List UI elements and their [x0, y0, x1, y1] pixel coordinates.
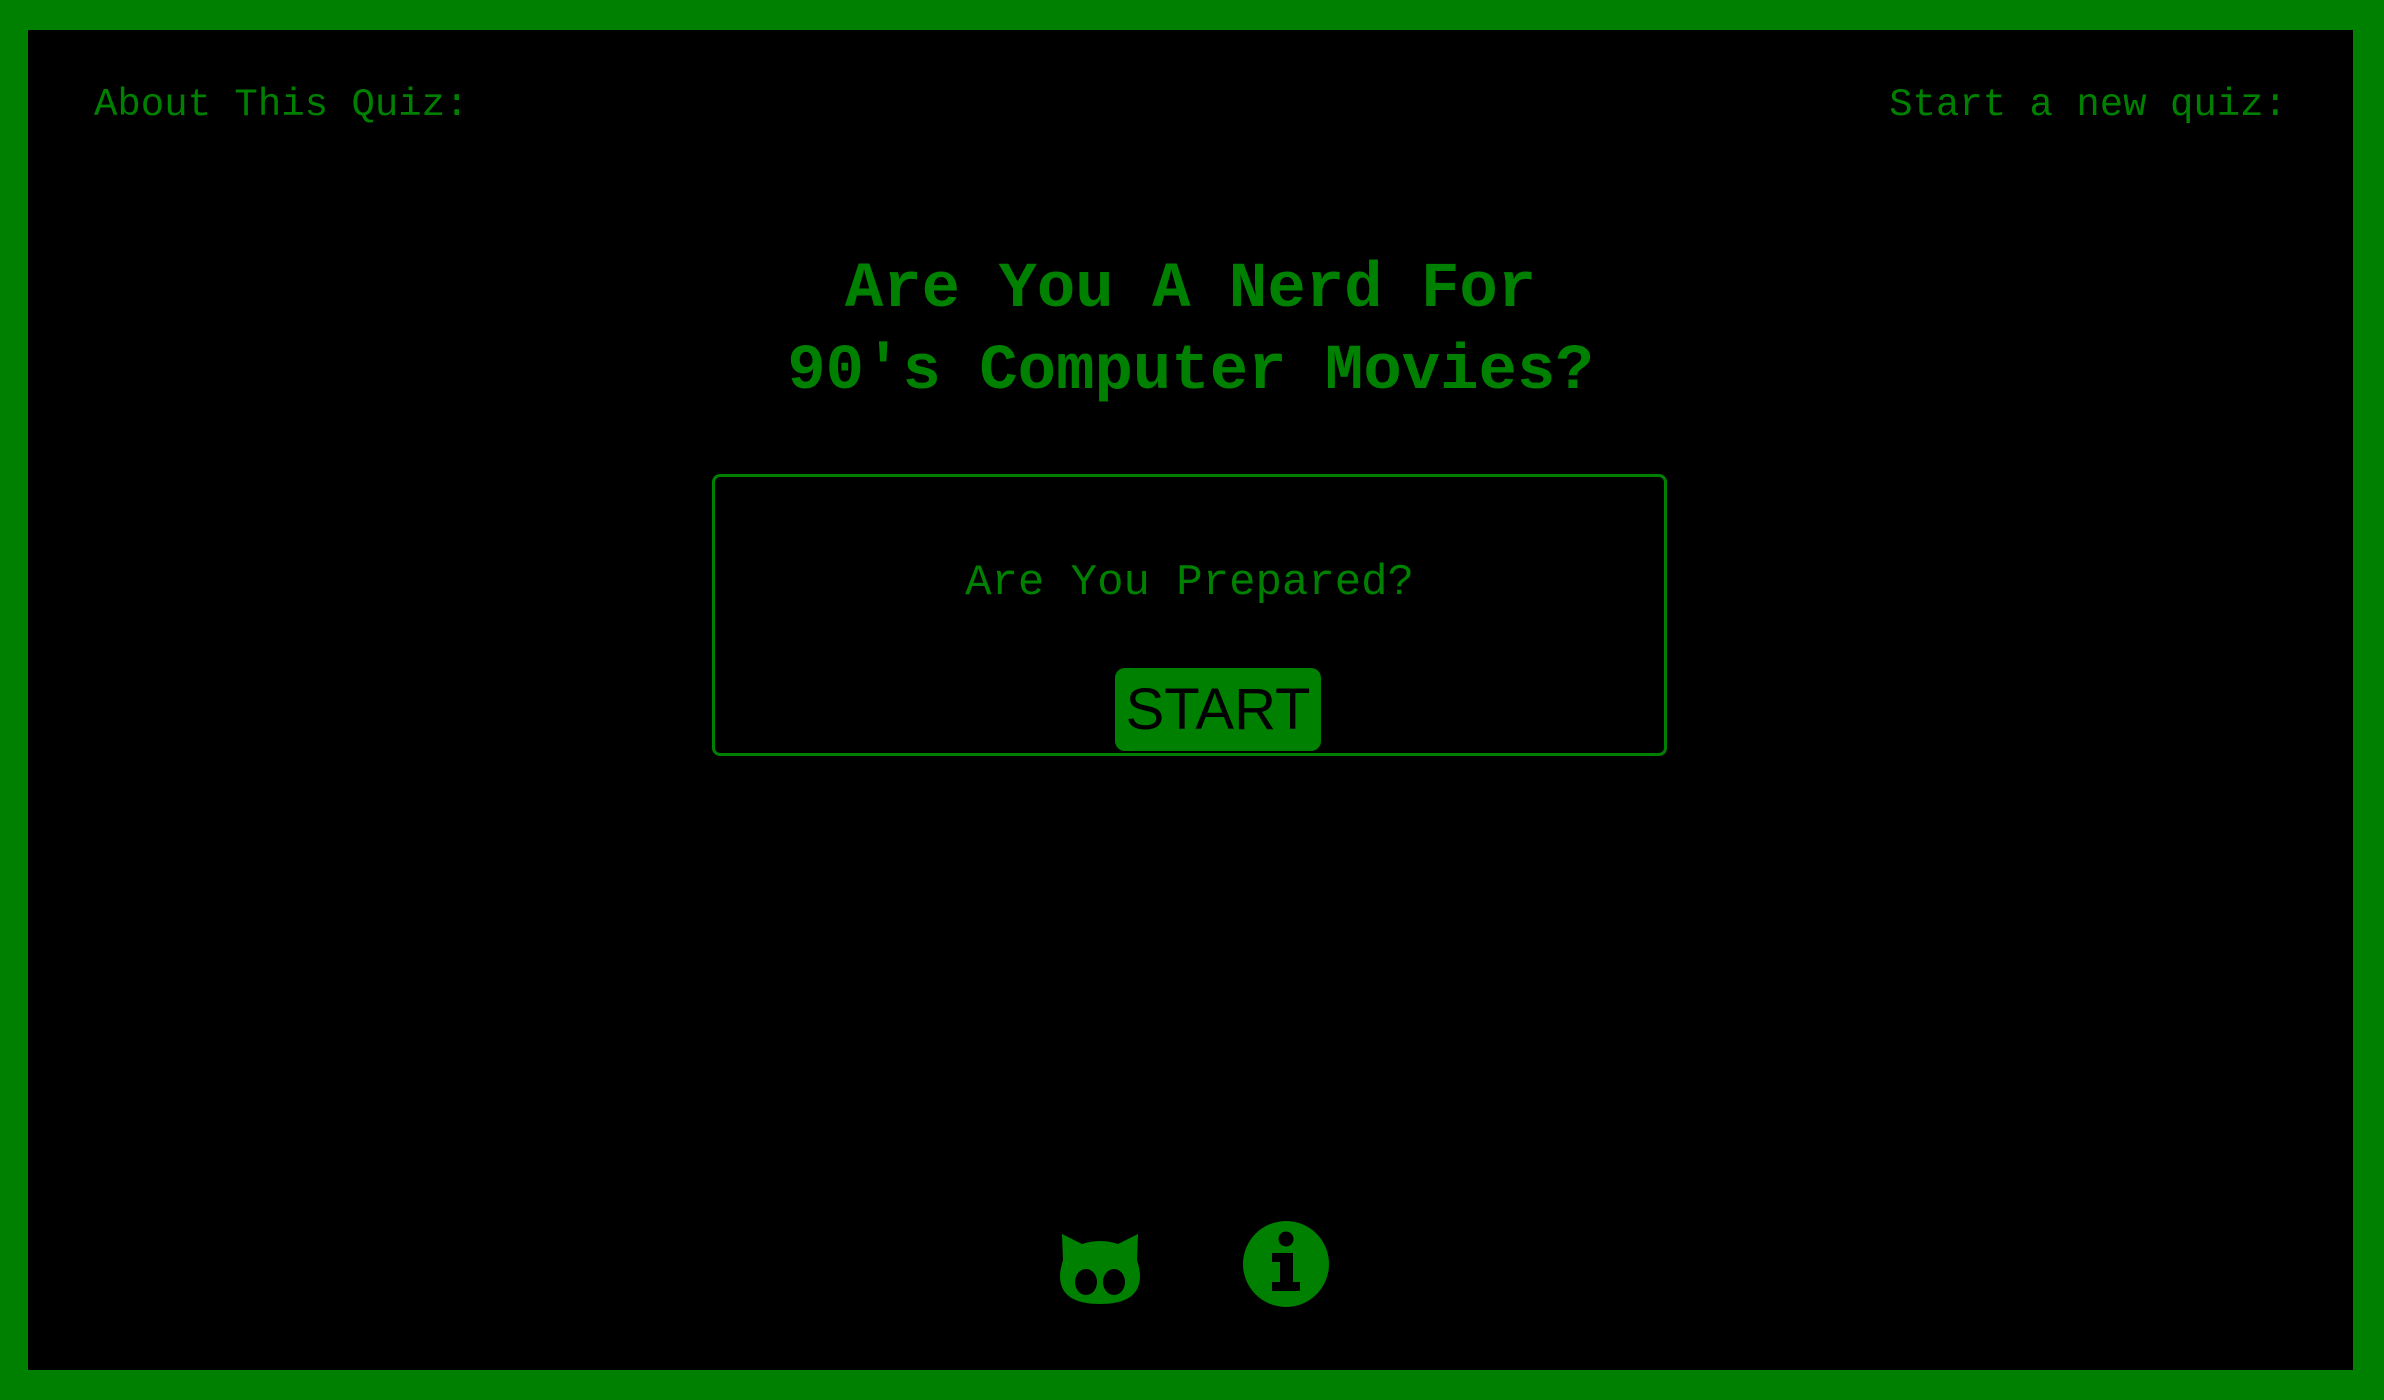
quiz-screen: About This Quiz: Start a new quiz: Are Y… [28, 30, 2353, 1370]
start-button[interactable]: START [1115, 668, 1321, 751]
info-icon[interactable] [1238, 1216, 1334, 1312]
github-icon[interactable] [1052, 1216, 1148, 1312]
about-quiz-link[interactable]: About This Quiz: [94, 86, 468, 125]
page-title: Are You A Nerd For 90's Computer Movies? [28, 249, 2353, 413]
new-quiz-link[interactable]: Start a new quiz: [1889, 86, 2287, 125]
start-card: Are You Prepared? START [712, 474, 1667, 756]
info-icon-graphic [1243, 1221, 1329, 1307]
page-title-line-2: 90's Computer Movies? [787, 336, 1594, 408]
github-icon-graphic [1060, 1234, 1140, 1304]
prepared-prompt: Are You Prepared? [965, 558, 1414, 608]
page-title-line-1: Are You A Nerd For [844, 254, 1537, 326]
